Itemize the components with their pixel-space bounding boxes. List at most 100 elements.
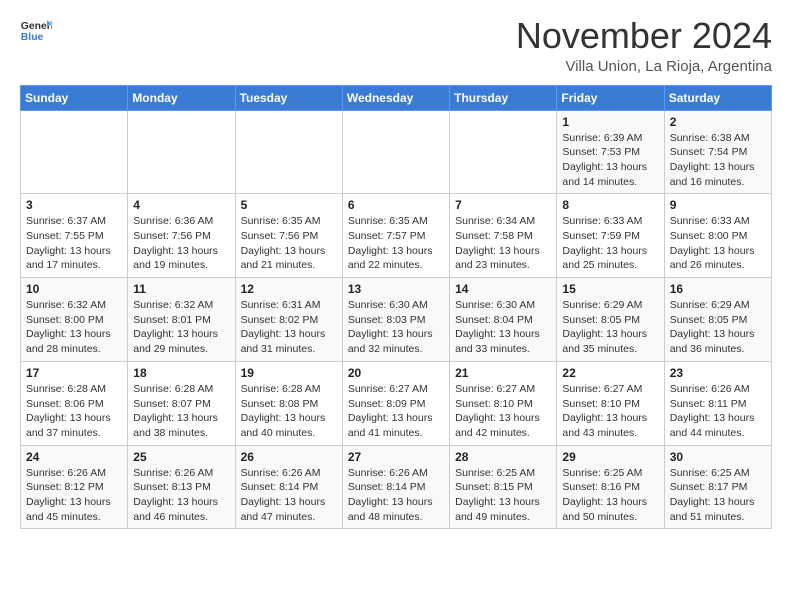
col-tuesday: Tuesday	[235, 85, 342, 110]
col-sunday: Sunday	[21, 85, 128, 110]
day-info: Sunrise: 6:33 AMSunset: 8:00 PMDaylight:…	[670, 214, 766, 273]
day-number: 2	[670, 115, 766, 129]
day-info: Sunrise: 6:25 AMSunset: 8:15 PMDaylight:…	[455, 466, 551, 525]
day-number: 29	[562, 450, 658, 464]
day-number: 12	[241, 282, 337, 296]
day-number: 5	[241, 198, 337, 212]
day-info: Sunrise: 6:26 AMSunset: 8:14 PMDaylight:…	[348, 466, 444, 525]
table-row: 7 Sunrise: 6:34 AMSunset: 7:58 PMDaylight…	[450, 194, 557, 278]
day-info: Sunrise: 6:39 AMSunset: 7:53 PMDaylight:…	[562, 131, 658, 190]
table-row: 14 Sunrise: 6:30 AMSunset: 8:04 PMDayligh…	[450, 278, 557, 362]
table-row: 25 Sunrise: 6:26 AMSunset: 8:13 PMDayligh…	[128, 445, 235, 529]
table-row: 4Sunrise: 6:36 AMSunset: 7:56 PMDaylight…	[128, 194, 235, 278]
table-row: 21 Sunrise: 6:27 AMSunset: 8:10 PMDayligh…	[450, 361, 557, 445]
month-title: November 2024	[516, 16, 772, 56]
day-info: Sunrise: 6:28 AMSunset: 8:06 PMDaylight:…	[26, 382, 122, 441]
day-info: Sunrise: 6:35 AMSunset: 7:56 PMDaylight:…	[241, 214, 337, 273]
table-row: 2 Sunrise: 6:38 AMSunset: 7:54 PMDaylight…	[664, 110, 771, 194]
table-row: 22 Sunrise: 6:27 AMSunset: 8:10 PMDayligh…	[557, 361, 664, 445]
day-info: Sunrise: 6:26 AMSunset: 8:13 PMDaylight:…	[133, 466, 229, 525]
calendar-table: Sunday Monday Tuesday Wednesday Thursday…	[20, 85, 772, 530]
day-number: 17	[26, 366, 122, 380]
day-number: 28	[455, 450, 551, 464]
day-info: Sunrise: 6:27 AMSunset: 8:09 PMDaylight:…	[348, 382, 444, 441]
calendar-week-row: 24 Sunrise: 6:26 AMSunset: 8:12 PMDayligh…	[21, 445, 772, 529]
table-row	[21, 110, 128, 194]
col-wednesday: Wednesday	[342, 85, 449, 110]
day-number: 16	[670, 282, 766, 296]
table-row: 24 Sunrise: 6:26 AMSunset: 8:12 PMDayligh…	[21, 445, 128, 529]
day-number: 22	[562, 366, 658, 380]
day-number: 3	[26, 198, 122, 212]
day-number: 6	[348, 198, 444, 212]
col-saturday: Saturday	[664, 85, 771, 110]
day-info: Sunrise: 6:26 AMSunset: 8:12 PMDaylight:…	[26, 466, 122, 525]
day-info: Sunrise: 6:26 AMSunset: 8:14 PMDaylight:…	[241, 466, 337, 525]
header: General Blue General Blue November 2024 …	[20, 16, 772, 75]
logo: General Blue General Blue	[20, 16, 52, 48]
svg-text:Blue: Blue	[21, 32, 44, 43]
day-info: Sunrise: 6:32 AMSunset: 8:00 PMDaylight:…	[26, 298, 122, 357]
day-info: Sunrise: 6:32 AMSunset: 8:01 PMDaylight:…	[133, 298, 229, 357]
day-number: 8	[562, 198, 658, 212]
title-block: November 2024 Villa Union, La Rioja, Arg…	[516, 16, 772, 75]
day-number: 25	[133, 450, 229, 464]
col-monday: Monday	[128, 85, 235, 110]
day-info: Sunrise: 6:28 AMSunset: 8:07 PMDaylight:…	[133, 382, 229, 441]
table-row: 18 Sunrise: 6:28 AMSunset: 8:07 PMDayligh…	[128, 361, 235, 445]
table-row: 12 Sunrise: 6:31 AMSunset: 8:02 PMDayligh…	[235, 278, 342, 362]
col-friday: Friday	[557, 85, 664, 110]
table-row: 15Sunrise: 6:29 AMSunset: 8:05 PMDayligh…	[557, 278, 664, 362]
calendar-week-row: 1 Sunrise: 6:39 AMSunset: 7:53 PMDaylight…	[21, 110, 772, 194]
table-row: 13 Sunrise: 6:30 AMSunset: 8:03 PMDayligh…	[342, 278, 449, 362]
day-info: Sunrise: 6:25 AMSunset: 8:17 PMDaylight:…	[670, 466, 766, 525]
day-info: Sunrise: 6:30 AMSunset: 8:04 PMDaylight:…	[455, 298, 551, 357]
day-number: 19	[241, 366, 337, 380]
day-number: 30	[670, 450, 766, 464]
day-number: 26	[241, 450, 337, 464]
day-info: Sunrise: 6:27 AMSunset: 8:10 PMDaylight:…	[455, 382, 551, 441]
table-row: 6Sunrise: 6:35 AMSunset: 7:57 PMDaylight…	[342, 194, 449, 278]
calendar-week-row: 10 Sunrise: 6:32 AMSunset: 8:00 PMDayligh…	[21, 278, 772, 362]
day-number: 18	[133, 366, 229, 380]
day-info: Sunrise: 6:34 AMSunset: 7:58 PMDaylight:…	[455, 214, 551, 273]
day-number: 14	[455, 282, 551, 296]
table-row	[128, 110, 235, 194]
day-number: 24	[26, 450, 122, 464]
day-info: Sunrise: 6:27 AMSunset: 8:10 PMDaylight:…	[562, 382, 658, 441]
day-number: 23	[670, 366, 766, 380]
day-number: 21	[455, 366, 551, 380]
day-info: Sunrise: 6:30 AMSunset: 8:03 PMDaylight:…	[348, 298, 444, 357]
table-row: 30 Sunrise: 6:25 AMSunset: 8:17 PMDayligh…	[664, 445, 771, 529]
day-number: 9	[670, 198, 766, 212]
table-row: 19 Sunrise: 6:28 AMSunset: 8:08 PMDayligh…	[235, 361, 342, 445]
table-row: 23Sunrise: 6:26 AMSunset: 8:11 PMDayligh…	[664, 361, 771, 445]
day-info: Sunrise: 6:31 AMSunset: 8:02 PMDaylight:…	[241, 298, 337, 357]
day-number: 13	[348, 282, 444, 296]
table-row: 8 Sunrise: 6:33 AMSunset: 7:59 PMDaylight…	[557, 194, 664, 278]
calendar-header-row: Sunday Monday Tuesday Wednesday Thursday…	[21, 85, 772, 110]
day-number: 7	[455, 198, 551, 212]
table-row: 27 Sunrise: 6:26 AMSunset: 8:14 PMDayligh…	[342, 445, 449, 529]
table-row: 11Sunrise: 6:32 AMSunset: 8:01 PMDayligh…	[128, 278, 235, 362]
table-row: 9 Sunrise: 6:33 AMSunset: 8:00 PMDaylight…	[664, 194, 771, 278]
location-subtitle: Villa Union, La Rioja, Argentina	[516, 58, 772, 75]
table-row	[342, 110, 449, 194]
day-info: Sunrise: 6:38 AMSunset: 7:54 PMDaylight:…	[670, 131, 766, 190]
table-row: 5 Sunrise: 6:35 AMSunset: 7:56 PMDaylight…	[235, 194, 342, 278]
table-row: 16Sunrise: 6:29 AMSunset: 8:05 PMDayligh…	[664, 278, 771, 362]
table-row: 10 Sunrise: 6:32 AMSunset: 8:00 PMDayligh…	[21, 278, 128, 362]
day-number: 27	[348, 450, 444, 464]
logo-icon: General Blue	[20, 16, 52, 48]
table-row: 3Sunrise: 6:37 AMSunset: 7:55 PMDaylight…	[21, 194, 128, 278]
table-row: 20Sunrise: 6:27 AMSunset: 8:09 PMDayligh…	[342, 361, 449, 445]
table-row: 28 Sunrise: 6:25 AMSunset: 8:15 PMDayligh…	[450, 445, 557, 529]
table-row: 17 Sunrise: 6:28 AMSunset: 8:06 PMDayligh…	[21, 361, 128, 445]
day-number: 10	[26, 282, 122, 296]
day-number: 1	[562, 115, 658, 129]
day-info: Sunrise: 6:28 AMSunset: 8:08 PMDaylight:…	[241, 382, 337, 441]
table-row: 1 Sunrise: 6:39 AMSunset: 7:53 PMDaylight…	[557, 110, 664, 194]
table-row	[235, 110, 342, 194]
day-info: Sunrise: 6:33 AMSunset: 7:59 PMDaylight:…	[562, 214, 658, 273]
table-row: 29Sunrise: 6:25 AMSunset: 8:16 PMDayligh…	[557, 445, 664, 529]
